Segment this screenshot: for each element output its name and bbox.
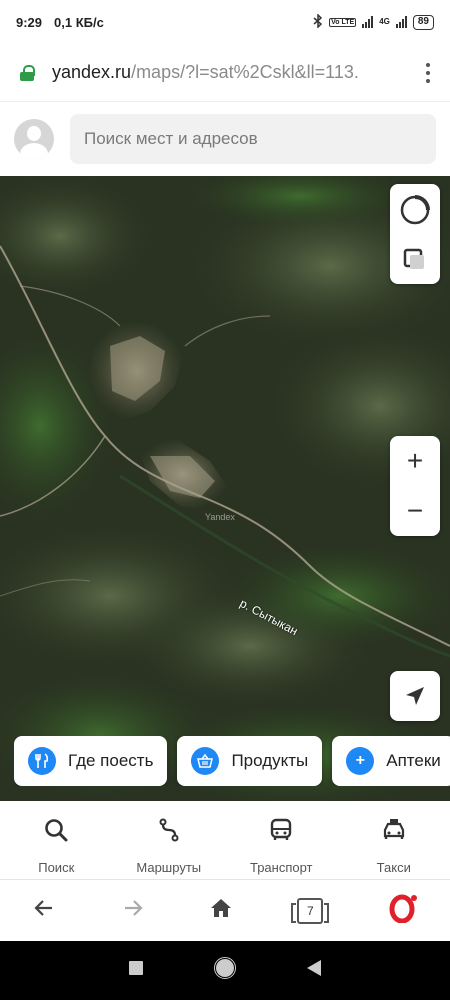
category-chips: Где поесть Продукты + Аптеки (14, 736, 450, 786)
tabs-counter[interactable]: 7 (291, 897, 330, 924)
search-placeholder: Поиск мест и адресов (84, 129, 258, 148)
opera-menu-icon[interactable] (388, 893, 418, 928)
pharmacy-cross-icon: + (346, 747, 375, 775)
avatar[interactable] (14, 119, 54, 159)
map-layers-control (390, 184, 440, 284)
taxi-icon (381, 817, 407, 848)
system-nav-bar (0, 941, 450, 1000)
nav-label: Транспорт (249, 860, 313, 875)
browser-address-bar[interactable]: yandex.ru/maps/?l=sat%2Cskl&ll=113. (0, 44, 450, 102)
status-time: 9:29 (16, 14, 43, 30)
bus-icon (268, 817, 294, 848)
fork-knife-icon (28, 747, 56, 775)
basket-icon (191, 747, 220, 775)
nav-label: Маршруты (136, 860, 202, 875)
chip-food[interactable]: Где поесть (14, 736, 168, 786)
chip-pharmacy[interactable]: + Аптеки (332, 736, 450, 786)
signal-icon-2 (395, 16, 407, 28)
satellite-map[interactable]: Yandex р. Сытыкан + − Где поесть Продукт… (0, 176, 450, 801)
search-input[interactable]: Поиск мест и адресов (70, 114, 436, 164)
network-type: 4G (379, 17, 390, 26)
nav-taxi[interactable]: Такси (338, 801, 450, 879)
route-icon (156, 817, 182, 848)
nav-search[interactable]: Поиск (0, 801, 113, 879)
lock-icon (20, 64, 35, 81)
nav-routes[interactable]: Маршруты (113, 801, 226, 879)
nav-transport[interactable]: Транспорт (225, 801, 338, 879)
battery-indicator: 89 (412, 14, 434, 30)
back-triangle-icon[interactable] (306, 959, 322, 982)
status-network-speed: 0,1 КБ/с (54, 14, 104, 30)
chip-label: Аптеки (386, 751, 441, 770)
signal-icon (362, 16, 374, 28)
volte-badge: Vo LTE (329, 17, 357, 27)
status-bar: 9:29 0,1 КБ/с Vo LTE 4G 89 (0, 0, 450, 44)
bluetooth-icon (313, 12, 323, 31)
map-watermark: Yandex (205, 512, 235, 522)
maps-header: Поиск мест и адресов (0, 102, 450, 176)
back-arrow-icon[interactable] (32, 896, 56, 925)
chip-label: Где поесть (68, 751, 154, 770)
nav-label: Поиск (38, 860, 75, 875)
layers-icon[interactable] (401, 246, 429, 274)
recents-icon[interactable] (128, 960, 144, 981)
browser-toolbar: 7 (0, 879, 450, 941)
chip-label: Продукты (231, 751, 309, 770)
nav-label: Такси (376, 860, 411, 875)
more-menu-icon[interactable] (426, 62, 430, 83)
forward-arrow-icon[interactable] (121, 896, 145, 925)
maps-bottom-nav: Поиск Маршруты Транспорт Такси (0, 801, 450, 879)
chip-groceries[interactable]: Продукты (177, 736, 323, 786)
url-text[interactable]: yandex.ru/maps/?l=sat%2Cskl&ll=113. (52, 62, 392, 83)
satellite-imagery (0, 176, 450, 801)
search-icon (43, 817, 69, 848)
zoom-control: + − (390, 436, 440, 536)
home-circle-icon[interactable] (214, 957, 236, 984)
locate-me-button[interactable] (390, 671, 440, 721)
circle-tool-icon[interactable] (399, 194, 431, 226)
home-icon[interactable] (209, 896, 233, 925)
zoom-out-button[interactable]: − (407, 497, 423, 525)
location-arrow-icon (403, 684, 427, 708)
status-icons: Vo LTE 4G 89 (313, 12, 434, 31)
zoom-in-button[interactable]: + (407, 447, 423, 475)
